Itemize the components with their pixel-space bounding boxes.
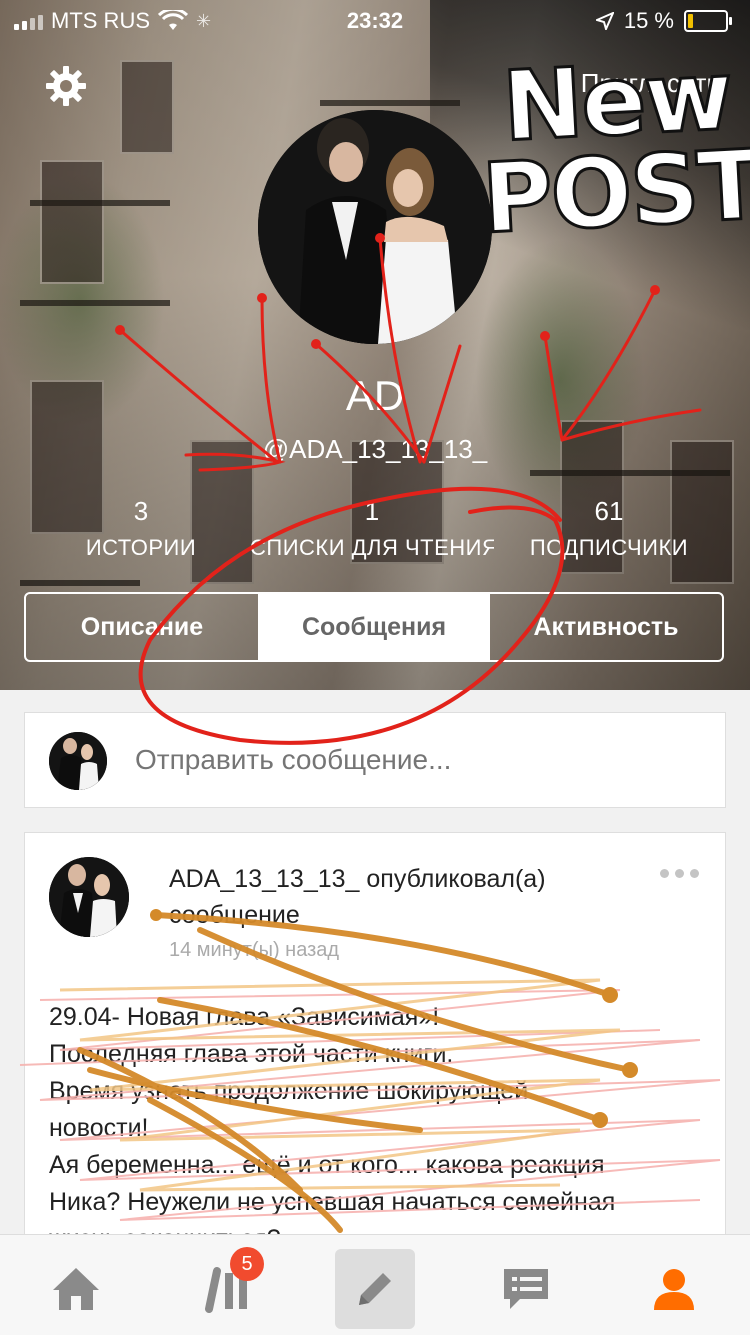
stat-value: 3 <box>133 496 149 526</box>
stat-label: ПОДПИСЧИКИ <box>529 535 689 560</box>
profile-avatar[interactable] <box>258 110 492 344</box>
tab-about[interactable]: Описание <box>26 594 258 660</box>
chat-icon <box>504 1269 548 1309</box>
post-body: 29.04- Новая глава «Зависимая»! Последня… <box>49 999 699 1251</box>
profile-tabs: Описание Сообщения Активность <box>24 592 724 662</box>
home-icon <box>53 1268 99 1310</box>
message-composer <box>24 712 726 808</box>
post-header: ADA_13_13_13_ опубликовал(а) сообщение <box>169 865 546 929</box>
location-arrow-icon <box>595 12 614 30</box>
post-line: Ника? Неужели не успевшая начаться семей… <box>49 1188 616 1216</box>
post-line: 29.04- Новая глава «Зависимая»! <box>49 1003 440 1031</box>
tab-messages[interactable]: Сообщения <box>258 594 490 660</box>
post-line: Последняя глава этой части книги. <box>49 1040 454 1068</box>
profile-handle: @ADA_13_13_13_ <box>262 434 488 464</box>
post-line: новости! <box>49 1114 149 1142</box>
pencil-icon <box>359 1273 391 1305</box>
tab-profile[interactable] <box>634 1249 714 1329</box>
profile-name: AD <box>345 372 405 419</box>
stat-value: 1 <box>364 496 380 526</box>
stat-stories[interactable]: 3 ИСТОРИИ <box>16 496 266 561</box>
library-badge: 5 <box>230 1247 264 1281</box>
tab-messages-inbox[interactable] <box>486 1249 566 1329</box>
bottom-tab-bar: 5 <box>0 1234 750 1335</box>
tab-write[interactable] <box>335 1249 415 1329</box>
settings-gear-icon[interactable] <box>44 64 88 108</box>
battery-percent: 15 % <box>623 8 674 33</box>
stat-label: ИСТОРИИ <box>85 535 197 560</box>
post-line: Ая беременна... ещё и от кого... какова … <box>49 1151 605 1179</box>
battery-icon <box>684 10 732 32</box>
sticker-line-2: POST <box>478 127 750 256</box>
status-bar: MTS RUS ✳ 23:32 15 % <box>0 0 750 40</box>
stat-reading-lists[interactable]: 1 СПИСКИ ДЛЯ ЧТЕНИЯ <box>250 496 494 561</box>
profile-icon <box>654 1269 694 1310</box>
post-timestamp: 14 минут(ы) назад <box>169 939 340 961</box>
profile-stats: 3 ИСТОРИИ 1 СПИСКИ ДЛЯ ЧТЕНИЯ 61 ПОДПИСЧ… <box>0 496 750 566</box>
tab-library[interactable]: 5 <box>188 1247 268 1329</box>
more-options-icon[interactable] <box>660 869 699 878</box>
post-line: Время узнать продолжение шокирующей <box>49 1077 529 1105</box>
message-input[interactable] <box>133 743 697 777</box>
post-card: ADA_13_13_13_ опубликовал(а) сообщение 1… <box>24 832 726 1252</box>
post-author-avatar[interactable] <box>49 857 129 937</box>
stat-followers[interactable]: 61 ПОДПИСЧИКИ <box>484 496 734 561</box>
tab-activity[interactable]: Активность <box>490 594 722 660</box>
user-avatar <box>49 732 107 790</box>
new-post-sticker: New POST <box>475 38 750 257</box>
stat-value: 61 <box>594 496 624 526</box>
tab-home[interactable] <box>36 1249 116 1329</box>
stat-label: СПИСКИ ДЛЯ ЧТЕНИЯ <box>250 535 494 560</box>
